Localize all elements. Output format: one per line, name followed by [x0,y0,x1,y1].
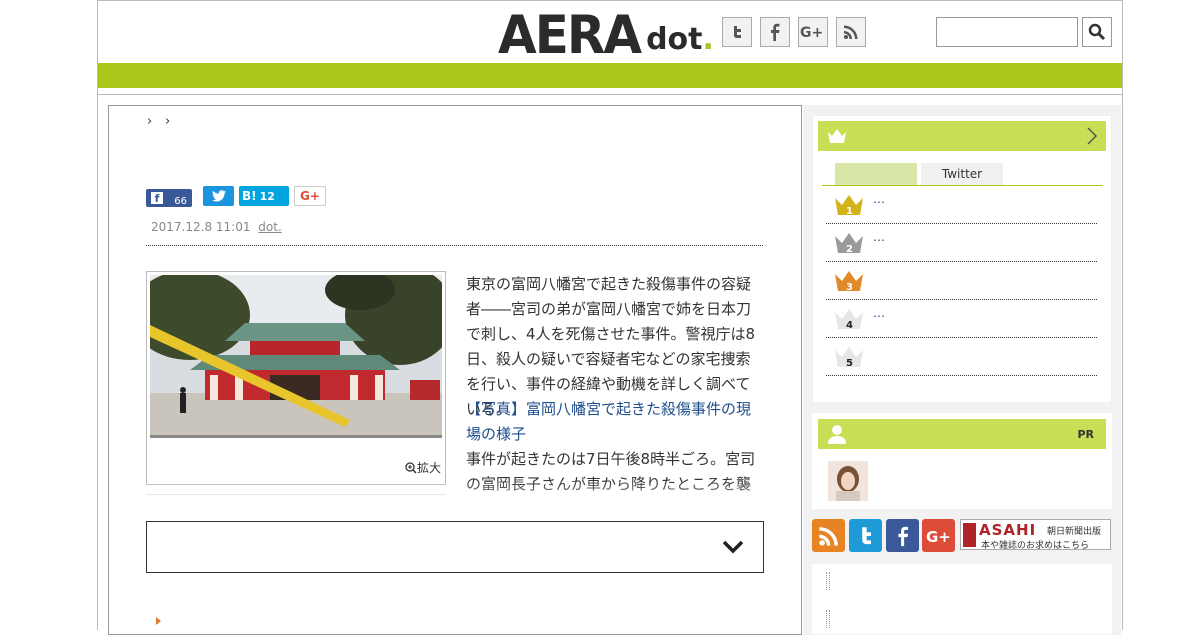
aera-dot-logo[interactable]: AERA dot. [498,4,714,66]
rss-sidebar-button[interactable] [812,519,845,552]
twitter-icon [734,26,741,38]
asahi-banner-publisher: 朝日新聞出版 [1047,527,1102,537]
asahi-publishing-banner[interactable]: ASAHI 朝日新聞出版 本や雑誌のお求めはこちら [960,519,1111,551]
svg-text:1: 1 [846,206,853,216]
ranking-tab-access[interactable] [835,163,917,185]
article-meta: 2017.12.8 11:01 dot. [151,220,282,234]
panel-dotted-marker [826,610,830,628]
rank-1-crown-icon: 1 [835,195,863,216]
article-date: 2017.12.8 11:01 [151,220,251,234]
meta-divider [146,245,763,246]
ranking-item[interactable]: 4 … [826,300,1097,338]
ranking-item-title[interactable]: … [873,192,885,206]
twitter-bird-icon [211,190,226,202]
facebook-icon [898,526,908,546]
search-input[interactable] [936,17,1078,47]
googleplus-sidebar-button[interactable]: G+ [922,519,955,552]
svg-text:2: 2 [846,244,853,254]
twitter-header-button[interactable] [722,17,752,47]
pr-header: PR [818,419,1106,449]
ranking-header[interactable] [818,121,1106,151]
hatena-count: 12 [259,189,275,203]
facebook-icon [771,23,780,41]
ranking-tab-twitter[interactable]: Twitter [921,163,1003,185]
nav-divider [98,88,1122,95]
book-icon [963,523,976,547]
global-nav-bar [98,63,1122,88]
zoom-button[interactable]: 拡大 [405,459,441,476]
rss-icon [818,526,838,546]
googleplus-icon: G+ [800,25,823,40]
facebook-header-button[interactable] [760,17,790,47]
rank-4-crown-icon: 4 [835,309,863,330]
search-button[interactable] [1082,17,1112,47]
article-source-link[interactable]: dot. [258,220,281,234]
article-photo-box[interactable]: 拡大 [146,271,446,485]
pr-thumbnail[interactable] [828,461,868,501]
facebook-share-button[interactable]: f 66 [146,189,192,207]
read-more-expand-button[interactable] [146,521,764,573]
rss-header-button[interactable] [836,17,866,47]
zoom-in-icon [405,462,417,474]
chevron-down-icon [722,540,744,554]
svg-text:4: 4 [846,320,853,330]
svg-text:G+: G+ [800,25,823,40]
breadcrumb-separator: › [147,114,153,129]
googleplus-header-button[interactable]: G+ [798,17,828,47]
zoom-label: 拡大 [416,461,441,475]
search-icon [1088,23,1106,41]
ranking-item-title[interactable]: … [873,230,885,244]
breadcrumb-separator: › [165,114,171,129]
rss-icon [844,25,858,39]
logo-dot: dot. [646,22,714,57]
sidebar-next-panel [812,564,1112,634]
shrine-photo[interactable] [150,275,442,438]
twitter-share-button[interactable] [203,186,234,206]
twitter-icon [861,526,871,544]
googleplus-share-button[interactable]: G+ [294,186,326,206]
googleplus-icon: G+ [300,189,320,203]
twitter-sidebar-button[interactable] [849,519,882,552]
svg-text:G+: G+ [926,528,951,545]
chevron-right-icon [1087,127,1098,145]
facebook-sidebar-button[interactable] [886,519,919,552]
svg-text:5: 5 [846,358,853,368]
panel-dotted-marker [826,572,830,590]
section-marker-icon [156,617,161,625]
person-icon [828,425,846,444]
facebook-share-count: 66 [174,196,187,207]
hatena-icon: B! [242,189,257,203]
article-related-link[interactable]: 【写真】富岡八幡宮で起きた殺傷事件の現場の様子 [466,397,762,447]
asahi-banner-caption: 本や雑誌のお求めはこちら [981,541,1090,551]
googleplus-icon: G+ [926,528,951,545]
ranking-item[interactable]: 5 [826,338,1097,376]
svg-text:3: 3 [846,282,853,292]
ranking-item[interactable]: 2 … [826,224,1097,262]
ranking-item[interactable]: 3 [826,262,1097,300]
facebook-icon: f [151,192,163,205]
hatena-bookmark-button[interactable]: B! 12 [239,186,289,206]
read-more-fade [146,480,786,520]
ranking-item-title[interactable]: … [873,306,885,320]
rank-3-crown-icon: 3 [835,271,863,292]
logo-aera: AERA [498,4,642,66]
rank-5-crown-icon: 5 [835,347,863,368]
pr-label: PR [1077,428,1094,441]
rank-2-crown-icon: 2 [835,233,863,254]
ranking-item[interactable]: 1 … [826,186,1097,224]
crown-icon [828,129,846,143]
asahi-banner-title: ASAHI [979,521,1037,539]
